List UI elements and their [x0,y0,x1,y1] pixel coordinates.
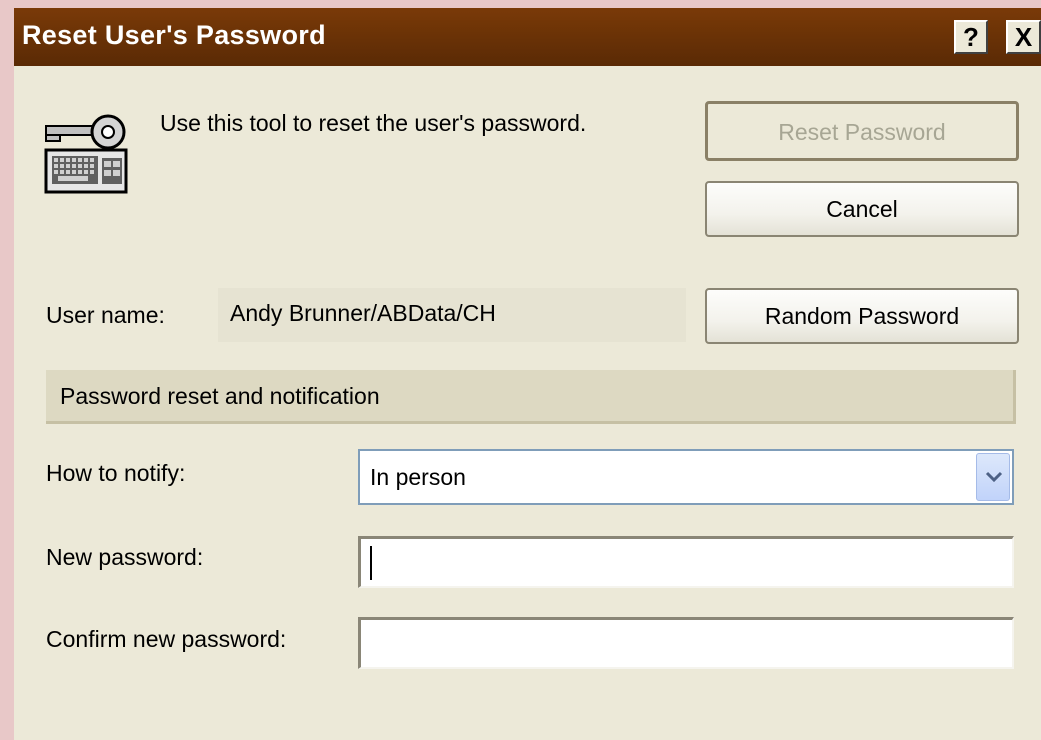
title-bar[interactable]: Reset User's Password ? X [14,8,1041,66]
chevron-down-icon [985,471,1003,483]
reset-password-dialog: Reset User's Password ? X Use this tool … [14,8,1041,740]
cancel-button[interactable]: Cancel [705,181,1019,237]
new-password-label: New password: [46,544,204,570]
user-name-value: Andy Brunner/ABData/CH [218,288,686,342]
new-password-input[interactable] [358,536,1014,588]
notify-select[interactable]: In person [358,449,1014,505]
dropdown-button[interactable] [976,453,1010,501]
close-icon: X [1014,22,1033,52]
help-icon: ? [963,22,979,52]
confirm-password-label: Confirm new password: [46,626,287,652]
user-name-label: User name: [46,302,165,328]
notify-label: How to notify: [46,460,186,486]
section-header: Password reset and notification [46,370,1016,424]
notify-select-value: In person [370,464,466,490]
key-keyboard-icon [44,114,128,194]
intro-text: Use this tool to reset the user's passwo… [160,110,587,136]
confirm-password-input[interactable] [358,617,1014,669]
close-button[interactable]: X [1006,20,1041,54]
help-button[interactable]: ? [954,20,988,54]
random-password-button[interactable]: Random Password [705,288,1019,344]
window-title: Reset User's Password [22,20,326,50]
text-caret [370,546,372,580]
reset-password-button[interactable]: Reset Password [705,101,1019,161]
dialog-content: Use this tool to reset the user's passwo… [14,66,1041,740]
